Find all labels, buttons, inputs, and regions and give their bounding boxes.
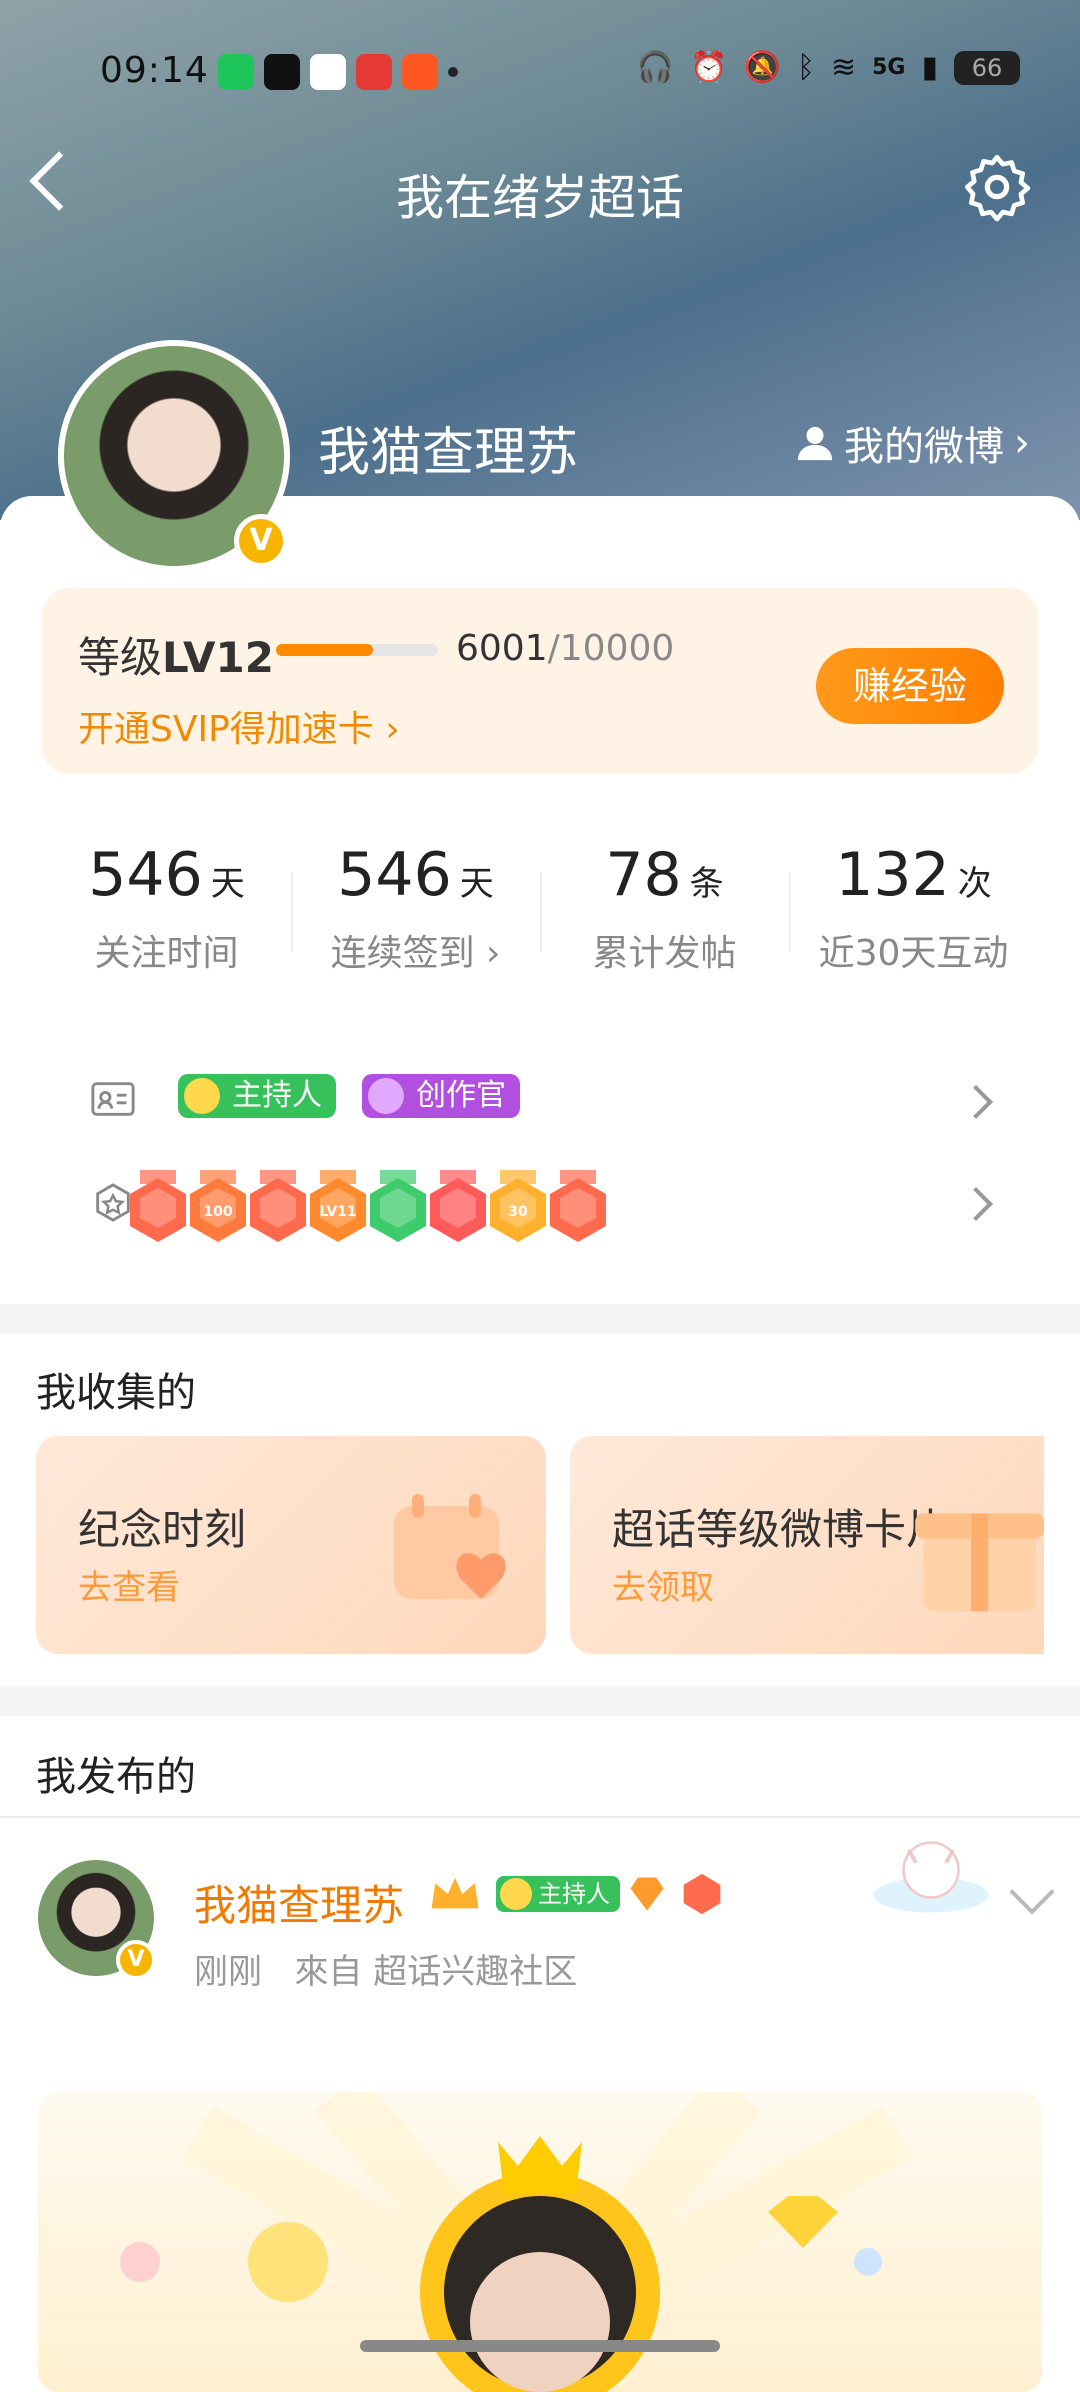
post-host-tag: 主持人: [496, 1876, 620, 1912]
chevron-right-icon[interactable]: [959, 1085, 993, 1119]
medal-text: 30: [508, 1204, 528, 1220]
stat-interactions: 132 次 近30天互动: [818, 840, 1009, 974]
stat-total-posts: 78 条 累计发帖: [592, 840, 737, 974]
medal-badge-icon[interactable]: 30: [486, 1170, 550, 1246]
divider: [0, 1816, 1080, 1818]
creator-icon: [368, 1078, 404, 1114]
more-dot-icon: [448, 67, 458, 77]
level-label: 等级LV12: [78, 633, 274, 682]
chevron-down-icon[interactable]: [1009, 1869, 1055, 1915]
section-gap: [0, 1686, 1080, 1716]
chevron-right-icon[interactable]: [959, 1187, 993, 1221]
post-meta: 刚刚 來自 超话兴趣社区: [194, 1952, 578, 1992]
tag-creator[interactable]: 创作官: [362, 1074, 520, 1118]
app-58-icon: [310, 54, 346, 90]
collection-card-moments[interactable]: 纪念时刻 去查看: [36, 1436, 546, 1654]
earn-exp-button[interactable]: 赚经验: [816, 648, 1004, 724]
fan-badge-icon: [683, 1873, 721, 1915]
post-author-name[interactable]: 我猫查理苏: [194, 1872, 404, 1933]
calendar-heart-icon: [394, 1494, 506, 1599]
wifi-icon: ≋: [830, 50, 857, 85]
section-gap: [0, 1304, 1080, 1334]
app-icon: [264, 54, 300, 90]
status-bar: 09:14 🎧 ⏰ 🔕 ᛒ ≋ 5G ▮ 66: [0, 40, 1080, 110]
stats-panel: 546 天 关注时间 546 天 连续签到 › 78 条 累计发帖 132 次 近30天…: [42, 800, 1038, 1000]
level-panel: 等级LV12 6001/10000 开通SVIP得加速卡 › 赚经验: [42, 588, 1038, 774]
app-red-icon: [356, 54, 392, 90]
medal-badge-icon[interactable]: [126, 1170, 190, 1246]
badges-panel: 主持人 创作官 100 LV11 30: [42, 1036, 1038, 1276]
medal-badge-icon[interactable]: [366, 1170, 430, 1246]
medal-text: 100: [203, 1204, 232, 1220]
wechat-icon: [218, 54, 254, 90]
gift-icon: [915, 1513, 1044, 1612]
medal-badge-icon[interactable]: [426, 1170, 490, 1246]
stat-checkin-days[interactable]: 546 天 连续签到 ›: [291, 840, 540, 976]
app-orange-icon: [402, 54, 438, 90]
mute-icon: 🔕: [743, 50, 781, 85]
settings-gear-icon[interactable]: [962, 152, 1032, 222]
system-icons: 🎧 ⏰ 🔕 ᛒ ≋ 5G ▮ 66: [637, 50, 1020, 85]
collection-title: 我收集的: [36, 1370, 196, 1416]
host-icon: [184, 1078, 220, 1114]
level-value: LV12: [162, 633, 274, 682]
svip-link[interactable]: 开通SVIP得加速卡 ›: [78, 700, 400, 752]
tag-host[interactable]: 主持人: [178, 1074, 336, 1118]
username: 我猫查理苏: [318, 423, 579, 483]
my-weibo-label: 我的微博: [844, 424, 1004, 470]
cat-sticker-icon: [873, 1841, 989, 1913]
network-type: 5G: [872, 55, 906, 80]
stat-follow-days: 546 天 关注时间: [88, 840, 245, 974]
notification-icons: [218, 54, 458, 90]
chevron-right-icon: ›: [1014, 420, 1030, 466]
collection-card-level-weibo[interactable]: 超话等级微博卡片 去领取: [570, 1436, 1044, 1654]
crown-badge-icon: [431, 1877, 479, 1909]
level-progress-fill: [276, 644, 374, 656]
published-title: 我发布的: [36, 1754, 196, 1800]
home-indicator[interactable]: [360, 2340, 720, 2352]
level-progress-bar: [276, 644, 438, 656]
id-card-icon: [91, 1082, 135, 1116]
alarm-icon: ⏰: [690, 50, 728, 85]
medal-badge-icon[interactable]: 100: [186, 1170, 250, 1246]
host-icon: [500, 1878, 532, 1910]
medal-text: LV11: [319, 1204, 356, 1220]
page-title: 我在绪岁超话: [395, 170, 684, 226]
medal-badge-icon[interactable]: [546, 1170, 610, 1246]
user-icon: [797, 426, 833, 461]
verified-badge-icon: V: [116, 1940, 156, 1980]
medal-badge-icon[interactable]: LV11: [306, 1170, 370, 1246]
headphones-icon: 🎧: [636, 50, 675, 85]
level-progress-text: 6001/10000: [456, 628, 675, 669]
level-gem-icon: [630, 1877, 664, 1911]
battery-indicator: 66: [954, 50, 1020, 85]
signal-icon: ▮: [921, 50, 938, 85]
my-weibo-link[interactable]: 我的微博 ›: [796, 414, 1030, 472]
verified-badge-icon: V: [234, 514, 288, 568]
medal-badge-icon[interactable]: [246, 1170, 310, 1246]
bluetooth-icon: ᛒ: [796, 50, 815, 85]
status-time: 09:14: [100, 50, 209, 91]
